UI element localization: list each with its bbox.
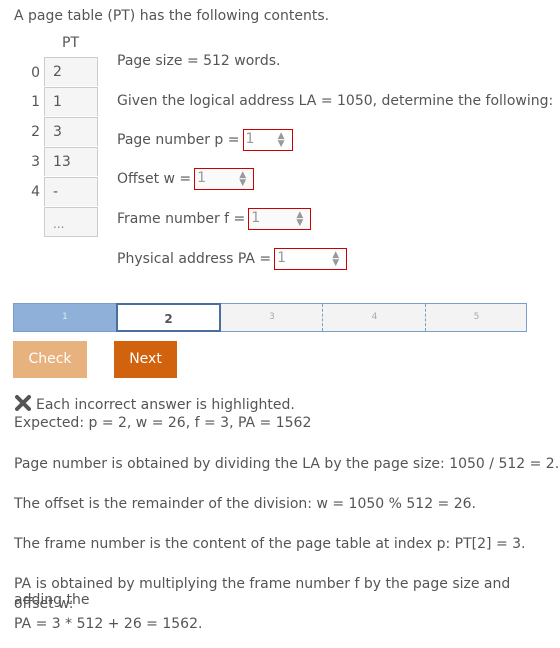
frame-number-value: 1 [251, 210, 261, 226]
intro-text: A page table (PT) has the following cont… [14, 8, 330, 24]
offset-input[interactable]: 1 ▲ ▼ [194, 168, 255, 190]
check-button[interactable]: Check [13, 341, 87, 378]
explanation-page-number: Page number is obtained by dividing the … [14, 456, 560, 472]
progress-step[interactable]: 4 [322, 304, 426, 331]
stepper-arrows-icon[interactable]: ▲ ▼ [239, 171, 246, 188]
progress-bar: 1 2 3 4 5 [13, 303, 527, 332]
progress-step[interactable]: 5 [425, 304, 527, 331]
stepper-arrows-icon[interactable]: ▲ ▼ [332, 251, 339, 268]
pt-index: 0 [31, 65, 40, 81]
pt-cell: 1 [44, 87, 98, 116]
page-size-text: Page size = 512 words. [117, 53, 281, 69]
progress-step[interactable]: 3 [221, 304, 323, 331]
pa-value: 1 [277, 250, 287, 266]
page-number-input[interactable]: 1 ▲ ▼ [242, 129, 293, 151]
offset-label: Offset w = [117, 171, 192, 187]
page-number-row: Page number p = 1 ▲ ▼ [117, 129, 293, 151]
pt-index: 1 [31, 94, 40, 110]
pa-input[interactable]: 1 ▲ ▼ [274, 248, 348, 270]
pt-index: 2 [31, 124, 40, 140]
pt-index: 4 [31, 184, 40, 200]
explanation-offset: The offset is the remainder of the divis… [14, 496, 476, 512]
offset-value: 1 [197, 170, 207, 186]
frame-number-row: Frame number f = 1 ▲ ▼ [117, 208, 312, 230]
incorrect-message: Each incorrect answer is highlighted. [14, 394, 295, 413]
stepper-arrows-icon[interactable]: ▲ ▼ [278, 132, 285, 149]
explanation-pa-line2: offset w: [14, 596, 74, 612]
offset-row: Offset w = 1 ▲ ▼ [117, 168, 255, 190]
next-button[interactable]: Next [114, 341, 177, 378]
page-number-label: Page number p = [117, 132, 240, 148]
pt-cell: 3 [44, 117, 98, 146]
frame-number-label: Frame number f = [117, 211, 246, 227]
explanation-pa-line3: PA = 3 * 512 + 26 = 1562. [14, 616, 203, 632]
frame-number-input[interactable]: 1 ▲ ▼ [248, 208, 312, 230]
stepper-arrows-icon[interactable]: ▲ ▼ [296, 211, 303, 228]
pt-cell-ellipsis: ... [44, 207, 98, 237]
explanation-frame: The frame number is the content of the p… [14, 536, 526, 552]
pa-label: Physical address PA = [117, 251, 272, 267]
pa-row: Physical address PA = 1 ▲ ▼ [117, 248, 348, 270]
progress-step[interactable]: 1 [14, 304, 116, 331]
cross-icon [15, 395, 31, 411]
pt-cell: 13 [44, 147, 98, 176]
page-table-title: PT [62, 35, 79, 51]
incorrect-text: Each incorrect answer is highlighted. [36, 397, 295, 413]
pt-cell: - [44, 177, 98, 206]
given-text: Given the logical address LA = 1050, det… [117, 93, 554, 109]
explanation-pa-line1: PA is obtained by multiplying the frame … [14, 576, 511, 608]
pt-cell: 2 [44, 57, 98, 86]
pt-index: 3 [31, 154, 40, 170]
expected-text: Expected: p = 2, w = 26, f = 3, PA = 156… [14, 415, 312, 431]
progress-step-current[interactable]: 2 [116, 303, 221, 332]
page-number-value: 1 [245, 131, 255, 147]
